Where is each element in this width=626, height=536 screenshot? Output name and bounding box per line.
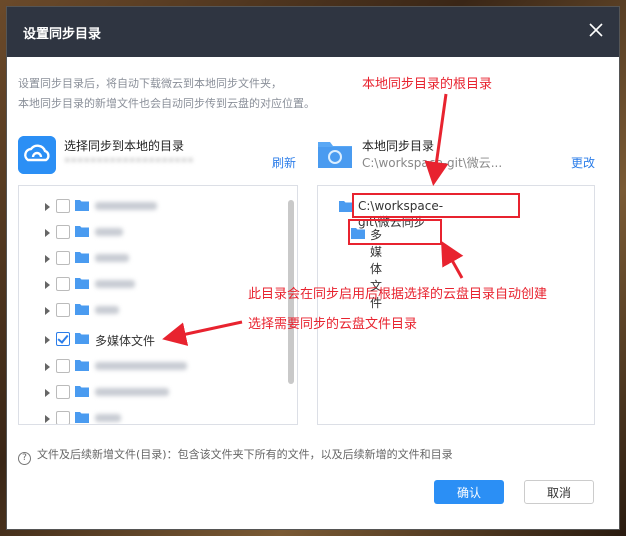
- expand-triangle-icon[interactable]: [45, 255, 50, 263]
- description-line-2: 本地同步目录的新增文件也会自动同步传到云盘的对应位置。: [18, 97, 315, 110]
- redacted-folder-name: [95, 254, 129, 262]
- checkbox[interactable]: [56, 303, 70, 317]
- sync-folder-icon: [318, 142, 352, 168]
- tree-row[interactable]: [19, 220, 289, 246]
- redacted-folder-name: [95, 202, 157, 210]
- folder-icon: [75, 200, 89, 211]
- dialog-description: 设置同步目录后，将自动下载微云到本地同步文件夹， 本地同步目录的新增文件也会自动…: [18, 74, 315, 114]
- expand-triangle-icon[interactable]: [45, 203, 50, 211]
- annotation-select: 选择需要同步的云盘文件目录: [248, 317, 418, 332]
- expand-triangle-icon[interactable]: [45, 336, 50, 344]
- expand-triangle-icon[interactable]: [45, 415, 50, 423]
- tree-row[interactable]: [19, 246, 289, 272]
- tree-row[interactable]: [19, 380, 289, 406]
- checkbox[interactable]: [56, 411, 70, 424]
- folder-icon: [75, 278, 89, 289]
- cancel-button[interactable]: 取消: [524, 480, 594, 504]
- annotation-root: 本地同步目录的根目录: [362, 77, 493, 92]
- source-panel-title: 选择同步到本地的目录: [64, 139, 185, 153]
- expand-triangle-icon[interactable]: [45, 363, 50, 371]
- hint-text: 文件及后续新增文件(目录)：包含该文件夹下所有的文件，以及后续新增的文件和目录: [37, 448, 453, 461]
- folder-icon: [75, 304, 89, 315]
- tree-row[interactable]: [19, 406, 289, 424]
- redacted-folder-name: [95, 362, 187, 370]
- confirm-button[interactable]: 确认: [434, 480, 504, 504]
- redacted-folder-name: [95, 306, 119, 314]
- folder-icon: [75, 252, 89, 263]
- source-tree[interactable]: 多媒体文件: [18, 185, 298, 425]
- refresh-link[interactable]: 刷新: [272, 154, 296, 171]
- dialog-titlebar: 设置同步目录: [7, 7, 619, 57]
- redacted-folder-name: [95, 414, 121, 422]
- weiyun-cloud-icon: [18, 136, 56, 174]
- source-account-redacted: ••••••••••••••••••••: [64, 154, 194, 167]
- redacted-folder-name: [95, 388, 169, 396]
- checkbox[interactable]: [56, 225, 70, 239]
- question-icon[interactable]: ?: [18, 452, 31, 465]
- checkbox[interactable]: [56, 359, 70, 373]
- redacted-folder-name: [95, 228, 123, 236]
- checkbox[interactable]: [56, 251, 70, 265]
- description-line-1: 设置同步目录后，将自动下载微云到本地同步文件夹，: [18, 77, 282, 90]
- checkbox[interactable]: [56, 199, 70, 213]
- expand-triangle-icon[interactable]: [45, 281, 50, 289]
- destination-panel-title: 本地同步目录: [362, 139, 435, 153]
- folder-icon: [75, 226, 89, 237]
- checkbox-checked[interactable]: [56, 332, 70, 346]
- expand-triangle-icon[interactable]: [45, 229, 50, 237]
- dialog-title: 设置同步目录: [23, 27, 102, 42]
- close-icon[interactable]: [583, 17, 609, 43]
- redacted-folder-name: [95, 280, 135, 288]
- highlight-root-box: [352, 193, 520, 218]
- expand-triangle-icon[interactable]: [45, 389, 50, 397]
- folder-icon: [75, 386, 89, 397]
- checkbox[interactable]: [56, 385, 70, 399]
- folder-name: 多媒体文件: [95, 334, 156, 348]
- folder-icon: [75, 333, 89, 344]
- tree-row[interactable]: [19, 194, 289, 220]
- folder-icon: [75, 412, 89, 423]
- change-link[interactable]: 更改: [571, 154, 595, 171]
- folder-icon: [339, 201, 353, 212]
- folder-icon: [75, 360, 89, 371]
- hint-row: ? 文件及后续新增文件(目录)：包含该文件夹下所有的文件，以及后续新增的文件和目录: [18, 446, 453, 465]
- checkbox[interactable]: [56, 277, 70, 291]
- destination-path: C:\workspace-git\微云...: [362, 156, 503, 170]
- expand-triangle-icon[interactable]: [45, 307, 50, 315]
- highlight-child-box: [348, 219, 442, 245]
- annotation-auto-create: 此目录会在同步启用后根据选择的云盘目录自动创建: [248, 287, 548, 302]
- tree-row[interactable]: [19, 354, 289, 380]
